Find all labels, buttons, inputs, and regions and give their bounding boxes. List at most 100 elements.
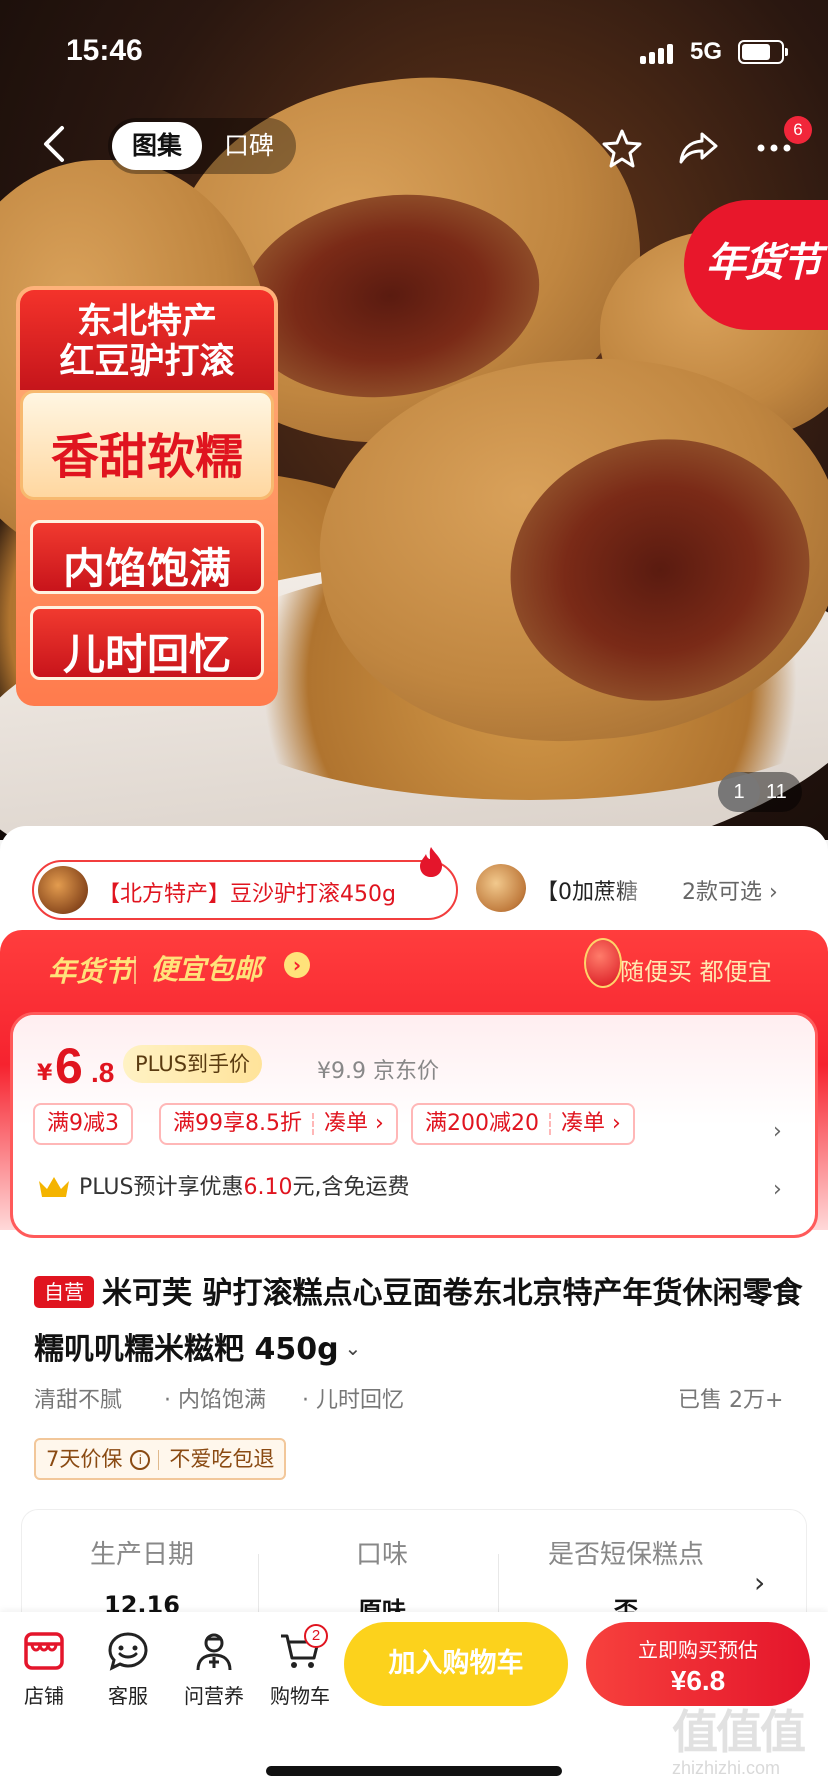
festival-tag[interactable]: 年货节 xyxy=(684,200,828,330)
battery-icon xyxy=(738,40,788,64)
notification-badge: 6 xyxy=(784,116,812,144)
jd-price: ¥9.9 京东价 xyxy=(317,1059,439,1084)
cart-count-badge: 2 xyxy=(304,1624,328,1648)
price-integer: 6 xyxy=(55,1038,83,1094)
promo-line: 东北特产 xyxy=(76,302,217,342)
product-title: 米可芙 驴打滚糕点心豆面卷东北京特产年货休闲零食糯叽叽糯米糍粑 450g xyxy=(34,1276,803,1367)
variant-thumbnail xyxy=(476,864,526,912)
promo-pill-text: 儿时回忆 xyxy=(62,630,231,679)
buy-now-price: ¥6.8 xyxy=(670,1665,726,1696)
favorite-button[interactable] xyxy=(600,126,644,170)
store-button[interactable]: 店铺 xyxy=(8,1630,80,1709)
chevron-right-icon: › xyxy=(284,952,310,978)
promo-highlight: 香甜软糯 xyxy=(20,390,274,500)
cart-button[interactable]: 2 购物车 xyxy=(264,1624,336,1709)
coupon-text: 满9减3 xyxy=(47,1111,119,1136)
lantern-icon xyxy=(584,938,622,988)
crown-icon xyxy=(39,1177,69,1197)
watermark-glyphs: 值值值 xyxy=(672,1705,806,1759)
image-index: 1 xyxy=(718,772,760,812)
product-tag: 清甜不腻 xyxy=(34,1388,123,1413)
coupon-action: 凑单 › xyxy=(323,1111,384,1136)
festival-tag-label: 年货节 xyxy=(706,239,822,286)
price-decimal: .8 xyxy=(91,1057,115,1088)
promo-pill: 内馅饱满 xyxy=(30,520,264,594)
add-to-cart-button[interactable]: 加入购物车 xyxy=(344,1622,568,1706)
share-button[interactable] xyxy=(676,126,720,170)
product-tag: · 儿时回忆 xyxy=(302,1388,404,1413)
product-image-gallery[interactable]: 15:46 5G 图集 口碑 6 年货节 东北特产 红豆驴打滚 香甜软糯 内馅饱… xyxy=(0,0,828,840)
sold-count: 已售 2万+ xyxy=(678,1388,784,1413)
status-time: 15:46 xyxy=(66,34,143,67)
coupon-text: 满99享8.5折 xyxy=(173,1111,302,1136)
self-operated-badge: 自营 xyxy=(34,1276,94,1308)
promo-pill-text: 内馅饱满 xyxy=(62,544,231,593)
chevron-right-icon: › xyxy=(754,1566,766,1599)
spec-key: 口味 xyxy=(355,1540,408,1570)
spec-key: 是否短保糕点 xyxy=(547,1540,704,1570)
return-policy-label: 不爱吃包退 xyxy=(169,1447,275,1471)
festival-slogan: 便宜包邮 xyxy=(150,953,263,986)
customer-service-label: 客服 xyxy=(108,1684,148,1708)
back-button[interactable] xyxy=(36,122,76,170)
spec-item: 生产日期 12.16 xyxy=(52,1534,232,1619)
promo-line: 红豆驴打滚 xyxy=(59,342,235,382)
coupon[interactable]: 满9减3 xyxy=(33,1103,133,1145)
plus-price-tag: PLUS到手价 xyxy=(123,1045,263,1083)
variant-thumbnail xyxy=(38,866,88,914)
product-tag: · 内馅饱满 xyxy=(164,1388,266,1413)
buy-now-button[interactable]: 立即购买预估 ¥6.8 xyxy=(586,1622,810,1706)
variant-fade xyxy=(612,860,662,920)
coupon-text: 满200减20 xyxy=(425,1111,539,1136)
star-icon xyxy=(602,129,642,168)
info-icon[interactable]: i xyxy=(130,1450,151,1470)
divider xyxy=(134,956,136,984)
signal-icon xyxy=(640,44,680,64)
variant-count-link[interactable]: 2款可选 › xyxy=(682,874,778,906)
nutrition-ask-button[interactable]: 问营养 xyxy=(178,1630,250,1709)
tab-gallery[interactable]: 图集 xyxy=(112,122,202,170)
chat-smile-icon xyxy=(108,1632,148,1671)
status-bar: 15:46 5G xyxy=(0,0,828,100)
site-watermark: 值值值 zhizhizhi.com xyxy=(672,1696,822,1786)
variant-option-selected[interactable]: 【北方特产】豆沙驴打滚450g xyxy=(32,860,458,920)
promo-panel: 东北特产 红豆驴打滚 香甜软糯 内馅饱满 儿时回忆 xyxy=(16,286,278,706)
tab-reviews[interactable]: 口碑 xyxy=(216,122,282,170)
promo-header: 东北特产 红豆驴打滚 xyxy=(20,290,274,390)
chevron-down-icon: ⌄ xyxy=(344,1336,362,1360)
plus-estimate-chevron-icon[interactable]: › xyxy=(773,1177,782,1202)
flame-icon xyxy=(420,847,442,877)
cart-label: 购物车 xyxy=(270,1684,330,1708)
coupon-list: 满9减3 满99享8.5折 凑单 › 满200减20 凑单 › xyxy=(33,1103,793,1147)
coupon-more-chevron-icon[interactable]: › xyxy=(773,1119,782,1144)
coupon-action: 凑单 › xyxy=(561,1111,621,1136)
variant-label: 【北方特产】豆沙驴打滚450g xyxy=(98,882,396,907)
price-card: ¥ 6 .8 PLUS到手价 ¥9.9 京东价 满9减3 满99享8.5折 凑单 … xyxy=(10,1012,818,1238)
store-label: 店铺 xyxy=(24,1684,64,1708)
promo-pill: 儿时回忆 xyxy=(30,606,264,680)
nutritionist-icon xyxy=(196,1633,232,1671)
customer-service-button[interactable]: 客服 xyxy=(92,1630,164,1709)
home-indicator[interactable] xyxy=(266,1766,562,1776)
festival-right-text: 随便买 都便宜 xyxy=(620,958,772,986)
coupon[interactable]: 满99享8.5折 凑单 › xyxy=(159,1103,398,1145)
nutrition-ask-label: 问营养 xyxy=(184,1684,244,1708)
plus-estimate-text: PLUS预计享优惠6.10元,含免运费 xyxy=(79,1175,410,1200)
image-counter: 1 11 xyxy=(718,772,802,812)
share-icon xyxy=(679,132,718,164)
image-total: 11 xyxy=(766,781,787,803)
festival-logo: 年货节 xyxy=(48,955,133,988)
product-title-row[interactable]: 自营 米可芙 驴打滚糕点心豆面卷东北京特产年货休闲零食糯叽叽糯米糍粑 450g ⌄ xyxy=(34,1266,804,1378)
promo-highlight-text: 香甜软糯 xyxy=(50,429,243,485)
buy-now-label: 立即购买预估 xyxy=(638,1638,758,1662)
price-currency: ¥ xyxy=(37,1061,53,1086)
service-badges[interactable]: 7天价保 i 不爱吃包退 xyxy=(34,1438,287,1480)
network-type: 5G xyxy=(690,38,723,65)
price-protect-label: 7天价保 xyxy=(46,1447,123,1471)
gallery-tabs: 图集 口碑 xyxy=(108,118,296,174)
variant-selector: 【北方特产】豆沙驴打滚450g 【0加蔗糖 2款可选 › xyxy=(0,846,828,930)
coupon[interactable]: 满200减20 凑单 › xyxy=(411,1103,635,1145)
chevron-left-icon xyxy=(44,126,64,162)
store-icon xyxy=(24,1632,64,1670)
spec-key: 生产日期 xyxy=(89,1540,194,1570)
